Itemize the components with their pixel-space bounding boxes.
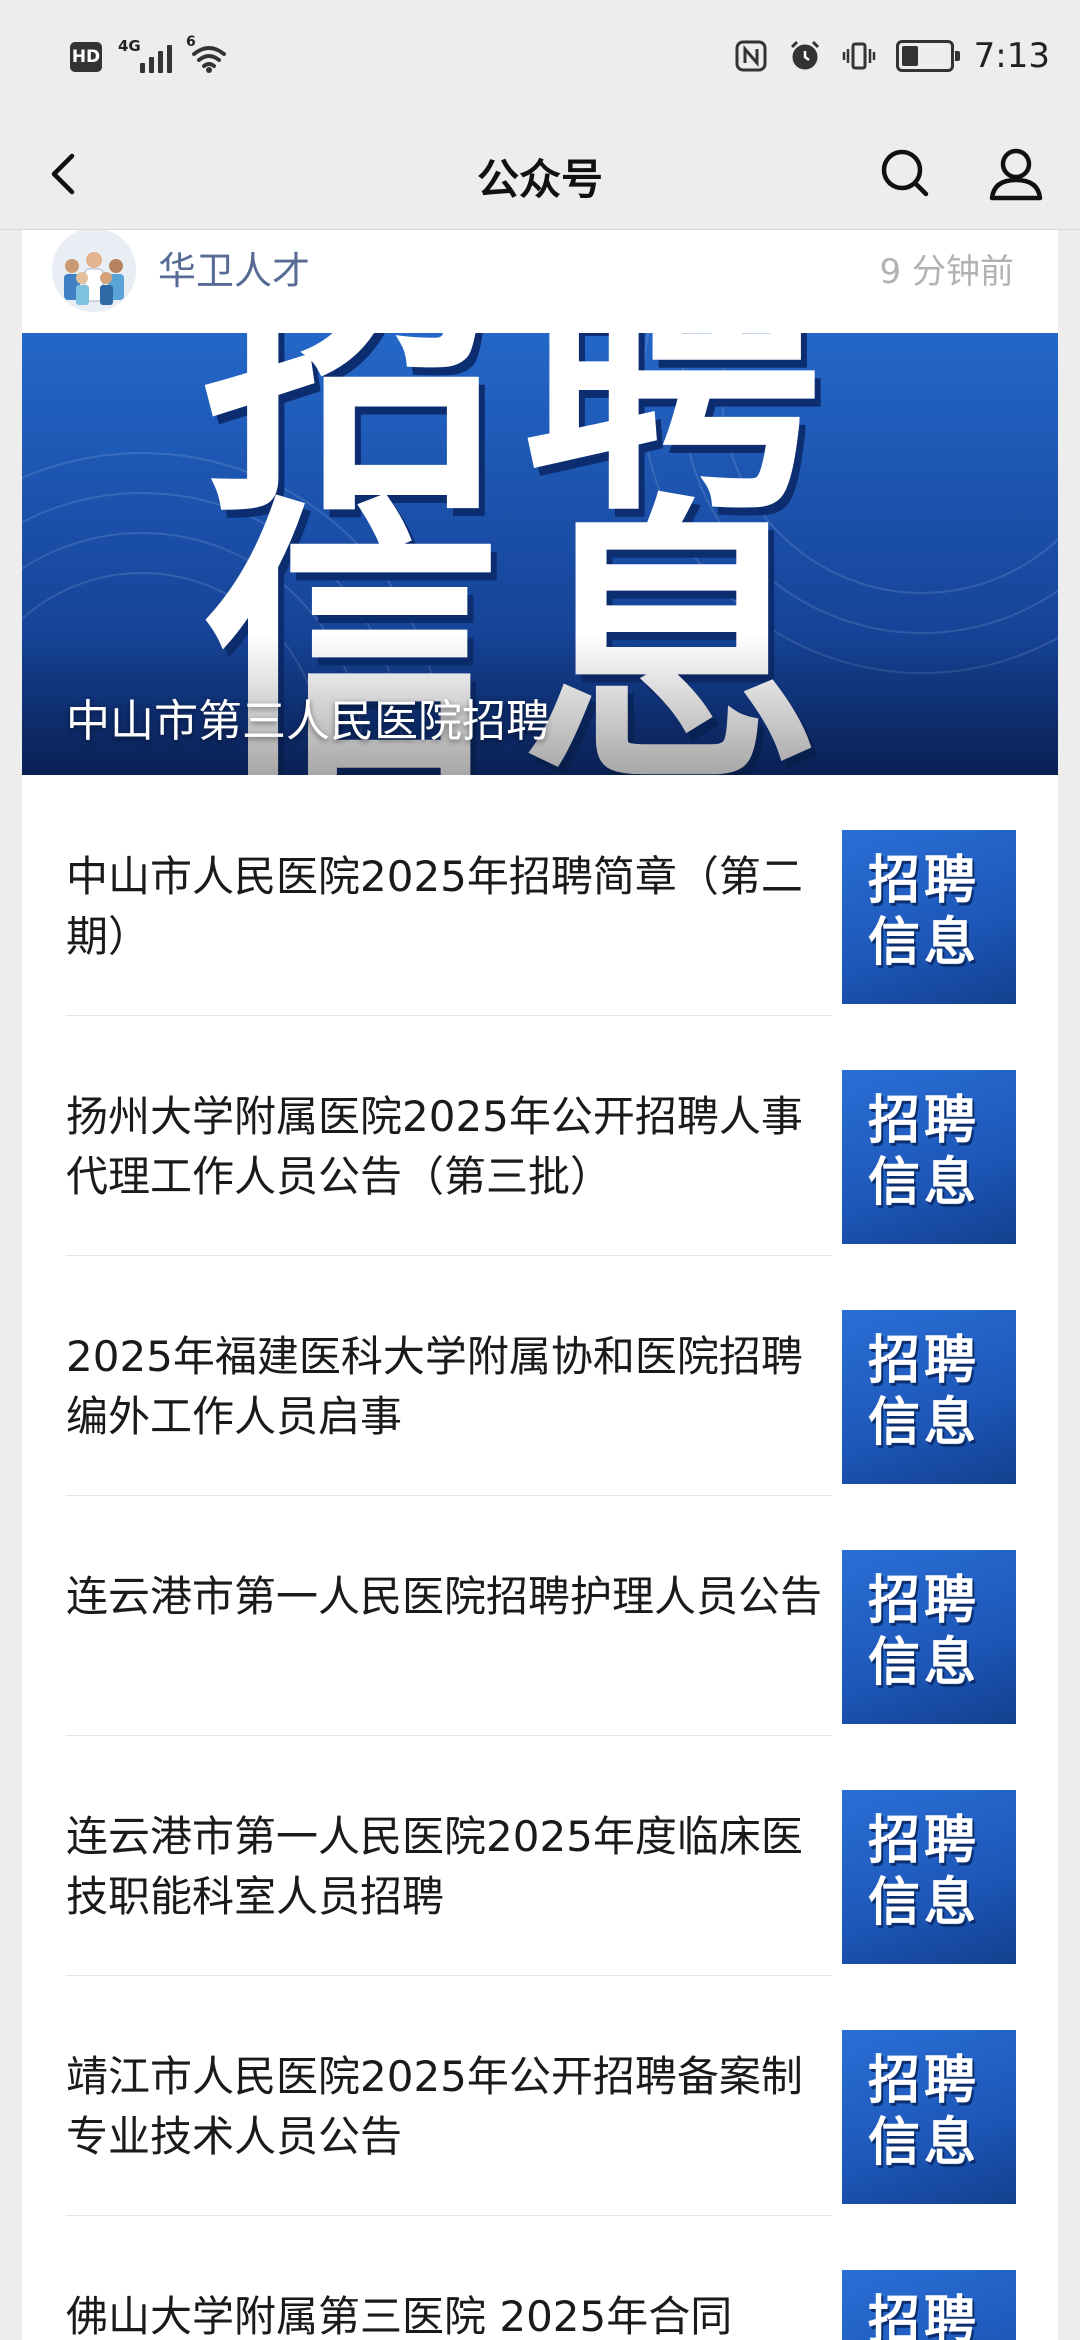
article-list: 中山市人民医院2025年招聘简章（第二期） 招聘信息 扬州大学附属医院2025年… [22,775,1058,2340]
article-title[interactable]: 连云港市第一人民医院2025年度临床医技职能科室人员招聘 [66,1807,836,1927]
cellular-signal-icon: 4G [118,37,172,73]
alarm-icon [790,40,819,70]
article-thumbnail[interactable]: 招聘信息 [842,2270,1016,2340]
nav-bar: 公众号 [0,118,1080,230]
article-thumbnail[interactable]: 招聘信息 [842,2030,1016,2204]
account-avatar[interactable] [52,230,136,312]
article-thumbnail[interactable]: 招聘信息 [842,1310,1016,1484]
list-item[interactable]: 连云港市第一人民医院招聘护理人员公告 招聘信息 [22,1495,1058,1736]
list-item[interactable]: 靖江市人民医院2025年公开招聘备案制专业技术人员公告 招聘信息 [22,1975,1058,2216]
post-time: 9 分钟前 [879,252,1014,292]
wifi-icon: 6 [186,34,230,74]
article-title[interactable]: 佛山大学附属第三医院 2025年合同 [66,2287,836,2340]
account-name[interactable]: 华卫人才 [158,240,310,295]
article-card: 华卫人才 9 分钟前 招聘信息 中山市第三人民医院招聘 中山市人民医院2025年… [22,230,1058,2340]
article-thumbnail[interactable]: 招聘信息 [842,1070,1016,1244]
list-item[interactable]: 2025年福建医科大学附属协和医院招聘编外工作人员启事 招聘信息 [22,1255,1058,1496]
thumbnail-text: 招聘信息 [868,2291,981,2340]
thumbnail-text: 招聘信息 [868,1091,981,1213]
hero-caption[interactable]: 中山市第三人民医院招聘 [66,685,550,749]
person-icon[interactable] [982,140,1050,208]
list-item[interactable]: 连云港市第一人民医院2025年度临床医技职能科室人员招聘 招聘信息 [22,1735,1058,1976]
status-bar: HD 4G 6 7:13 [0,0,1080,118]
article-title[interactable]: 2025年福建医科大学附属协和医院招聘编外工作人员启事 [66,1327,836,1447]
battery-icon [895,40,960,72]
thumbnail-text: 招聘信息 [868,1811,981,1933]
list-item[interactable]: 扬州大学附属医院2025年公开招聘人事代理工作人员公告（第三批） 招聘信息 [22,1015,1058,1256]
thumbnail-text: 招聘信息 [868,1331,981,1453]
search-icon[interactable] [872,140,940,208]
nfc-icon [735,40,767,72]
article-thumbnail[interactable]: 招聘信息 [842,1790,1016,1964]
hd-icon: HD [70,42,102,72]
article-title[interactable]: 中山市人民医院2025年招聘简章（第二期） [66,847,836,967]
list-item[interactable]: 佛山大学附属第三医院 2025年合同 招聘信息 [22,2215,1058,2340]
list-item[interactable]: 中山市人民医院2025年招聘简章（第二期） 招聘信息 [22,775,1058,1016]
thumbnail-text: 招聘信息 [868,851,981,973]
article-title[interactable]: 连云港市第一人民医院招聘护理人员公告 [66,1567,836,1627]
article-title[interactable]: 靖江市人民医院2025年公开招聘备案制专业技术人员公告 [66,2047,836,2167]
card-header: 华卫人才 9 分钟前 [22,230,1058,333]
wifi-badge: 6 [186,34,196,50]
thumbnail-text: 招聘信息 [868,1571,981,1693]
status-time: 7:13 [973,36,1050,76]
article-thumbnail[interactable]: 招聘信息 [842,830,1016,1004]
thumbnail-text: 招聘信息 [868,2051,981,2173]
article-thumbnail[interactable]: 招聘信息 [842,1550,1016,1724]
network-type: 4G [118,37,141,55]
vibrate-icon [842,42,875,70]
article-title[interactable]: 扬州大学附属医院2025年公开招聘人事代理工作人员公告（第三批） [66,1087,836,1207]
hero-image[interactable]: 招聘信息 中山市第三人民医院招聘 [22,333,1058,775]
